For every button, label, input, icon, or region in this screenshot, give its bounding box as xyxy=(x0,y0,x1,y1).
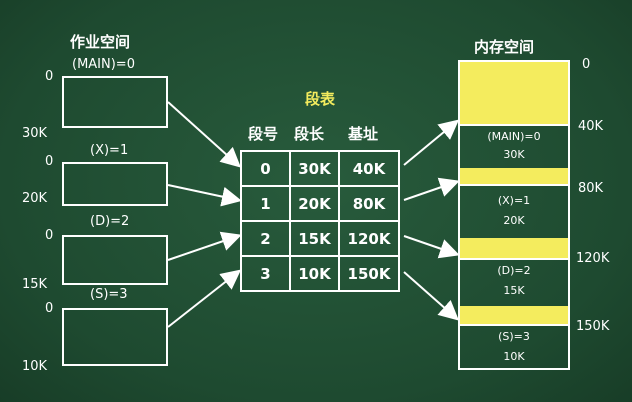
table-row: 3 10K 150K xyxy=(240,255,400,292)
cell-seg-len: 30K xyxy=(289,150,340,187)
memory-address-120k: 120K xyxy=(576,251,610,266)
job-seg-start-3: 0 xyxy=(45,301,54,316)
job-seg-label-0: (MAIN)=0 xyxy=(72,57,135,72)
memory-free-region xyxy=(460,306,568,324)
cell-seg-no: 2 xyxy=(240,220,291,257)
job-seg-label-1: (X)=1 xyxy=(90,143,129,158)
job-segment-box-1 xyxy=(62,162,168,206)
cell-seg-no: 1 xyxy=(240,185,291,222)
arrow-job2-to-table xyxy=(167,231,242,261)
job-seg-end-0: 30K xyxy=(22,126,48,141)
memory-block-name-0: (MAIN)=0 xyxy=(487,130,541,143)
memory-block-name-3: (S)=3 xyxy=(498,330,530,343)
job-seg-start-2: 0 xyxy=(45,228,54,243)
header-segment-length: 段长 xyxy=(294,125,325,143)
memory-block-size-2: 15K xyxy=(503,284,525,297)
job-segment-box-2 xyxy=(62,235,168,285)
table-row: 2 15K 120K xyxy=(240,220,400,257)
job-seg-start-1: 0 xyxy=(45,154,54,169)
job-seg-end-3: 10K xyxy=(22,359,48,374)
job-seg-end-1: 20K xyxy=(22,191,48,206)
memory-free-region xyxy=(460,62,568,124)
memory-address-0: 0 xyxy=(582,57,591,72)
arrow-table1-to-mem xyxy=(403,177,460,201)
memory-block-name-1: (X)=1 xyxy=(497,194,531,207)
cell-base: 40K xyxy=(338,150,400,187)
cell-seg-no: 0 xyxy=(240,150,291,187)
memory-address-80k: 80K xyxy=(578,181,604,196)
memory-block-name-2: (D)=2 xyxy=(497,264,531,277)
arrow-table3-to-mem xyxy=(403,271,459,321)
cell-base: 80K xyxy=(338,185,400,222)
memory-space-title: 内存空间 xyxy=(474,38,535,56)
memory-column: (MAIN)=0 30K (X)=1 20K (D)=2 15K (S)=3 1… xyxy=(458,60,570,370)
memory-free-region xyxy=(460,168,568,184)
arrow-table2-to-mem xyxy=(403,235,460,259)
cell-seg-len: 20K xyxy=(289,185,340,222)
arrow-job0-to-table xyxy=(167,101,241,168)
chalkboard: 作业空间 (MAIN)=0 0 30K (X)=1 0 20K (D)=2 0 … xyxy=(0,0,632,402)
job-space-title: 作业空间 xyxy=(70,33,131,51)
job-seg-end-2: 15K xyxy=(22,277,48,292)
memory-block-size-0: 30K xyxy=(503,148,525,161)
job-segment-box-3 xyxy=(62,308,168,366)
cell-seg-len: 10K xyxy=(289,255,340,292)
memory-block-size-1: 20K xyxy=(503,214,525,227)
job-segment-box-0 xyxy=(62,76,168,128)
arrow-job3-to-table xyxy=(167,269,242,328)
cell-base: 150K xyxy=(338,255,400,292)
memory-block-size-3: 10K xyxy=(503,350,525,363)
cell-base: 120K xyxy=(338,220,400,257)
cell-seg-len: 15K xyxy=(289,220,340,257)
arrow-job1-to-table xyxy=(167,184,242,207)
cell-seg-no: 3 xyxy=(240,255,291,292)
arrow-table0-to-mem xyxy=(403,119,460,166)
header-base-address: 基址 xyxy=(348,125,379,143)
job-seg-start-0: 0 xyxy=(45,69,54,84)
table-row: 0 30K 40K xyxy=(240,150,400,187)
job-seg-label-3: (S)=3 xyxy=(90,287,128,302)
segment-table: 0 30K 40K 1 20K 80K 2 15K 120K 3 10K 150… xyxy=(240,150,400,292)
memory-address-40k: 40K xyxy=(578,119,604,134)
memory-free-region xyxy=(460,238,568,258)
header-segment-number: 段号 xyxy=(248,125,279,143)
segment-table-title: 段表 xyxy=(305,90,336,108)
table-row: 1 20K 80K xyxy=(240,185,400,222)
job-seg-label-2: (D)=2 xyxy=(90,214,130,229)
memory-address-150k: 150K xyxy=(576,319,610,334)
